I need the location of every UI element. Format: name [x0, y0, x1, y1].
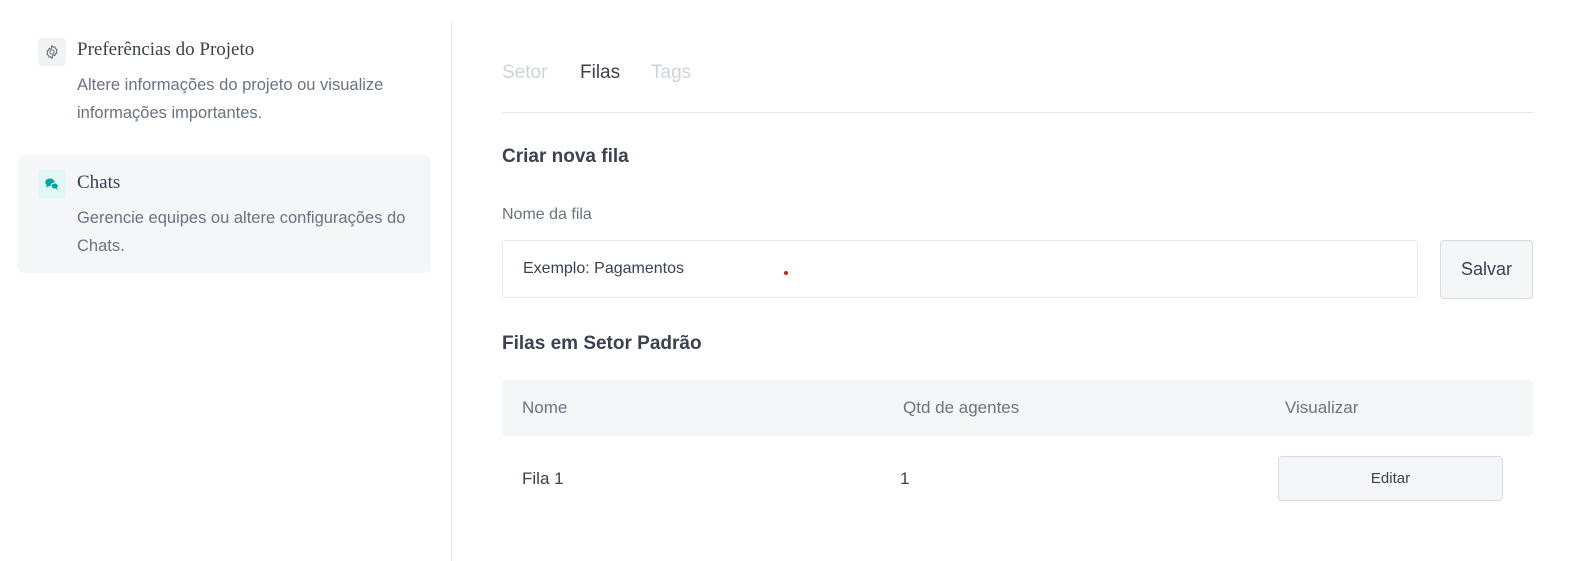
sidebar-item-description: Altere informações do projeto ou visuali…: [77, 76, 384, 122]
table-header: Nome Qtd de agentes Visualizar: [502, 380, 1533, 436]
tab-setor[interactable]: Setor: [502, 62, 547, 84]
column-header-agents: Qtd de agentes: [903, 398, 1020, 417]
column-header-view: Visualizar: [1285, 398, 1359, 417]
queue-name-cell: Fila 1: [522, 469, 564, 488]
sidebar-item-chats[interactable]: Chats Gerencie equipes ou altere configu…: [18, 155, 431, 273]
column-header-name: Nome: [522, 398, 568, 417]
settings-sidebar: Preferências do Projeto Altere informaçõ…: [0, 0, 452, 561]
tab-tags[interactable]: Tags: [651, 62, 691, 84]
sidebar-item-title: Preferências do Projeto: [77, 39, 255, 60]
sidebar-item-description: Gerencie equipes ou altere configurações…: [77, 209, 406, 255]
sidebar-item-project-preferences[interactable]: Preferências do Projeto Altere informaçõ…: [18, 28, 431, 138]
table-row: Fila 1 1 Editar: [502, 456, 1533, 502]
gear-icon: [38, 38, 66, 66]
queue-name-input[interactable]: [502, 240, 1418, 298]
edit-button[interactable]: Editar: [1278, 456, 1503, 501]
cursor-marker: [784, 271, 788, 275]
queue-agents-cell: 1: [900, 469, 910, 488]
sidebar-item-title: Chats: [77, 172, 121, 193]
queue-name-label: Nome da fila: [502, 206, 592, 223]
create-queue-title: Criar nova fila: [502, 146, 629, 167]
chat-bubbles-icon: [38, 170, 66, 198]
tab-filas[interactable]: Filas: [580, 62, 620, 84]
vertical-divider: [451, 22, 452, 561]
queues-section-title: Filas em Setor Padrão: [502, 333, 702, 354]
save-button[interactable]: Salvar: [1440, 240, 1533, 299]
tabs-divider: [502, 112, 1533, 113]
